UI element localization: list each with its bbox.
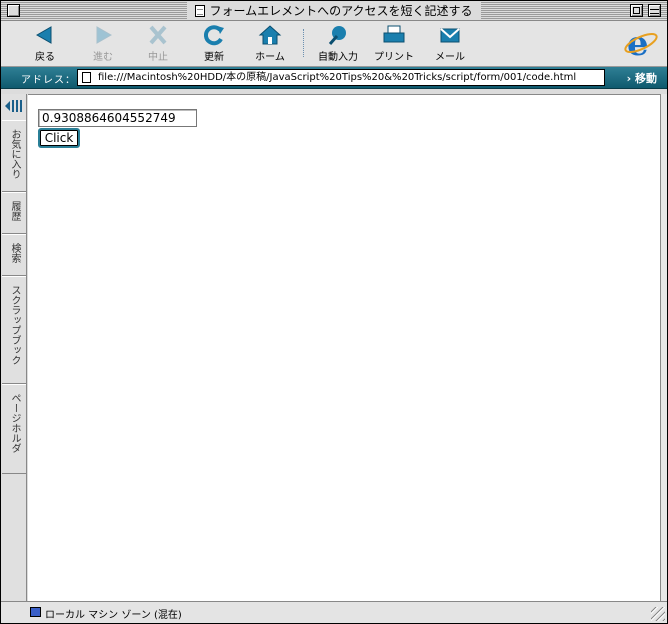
toolbar-separator	[303, 29, 304, 57]
print-button[interactable]: プリント	[368, 24, 420, 64]
sidebar-toggle-icon[interactable]	[4, 98, 24, 114]
zone-icon	[30, 607, 41, 617]
go-button[interactable]: › 移動	[627, 70, 657, 86]
sidebar-tab-scrapbook[interactable]: スクラップブック	[2, 276, 26, 384]
address-label: アドレス：	[21, 75, 76, 86]
stop-button[interactable]: 中止	[132, 24, 184, 64]
sidebar-tab-history[interactable]: 履歴	[2, 192, 26, 234]
forward-button[interactable]: 進む	[77, 24, 129, 64]
sidebar-tab-search[interactable]: 検索	[2, 234, 26, 276]
home-icon	[258, 25, 282, 45]
sidebar-tab-favorites[interactable]: お気に入り	[2, 120, 26, 192]
printer-icon	[383, 25, 405, 43]
ie-logo-icon: e	[624, 25, 658, 61]
click-button[interactable]: Click	[38, 128, 80, 148]
sidebar-tab-page-holder[interactable]: ページホルダ	[2, 384, 26, 474]
vertical-scrollbar[interactable]	[660, 94, 667, 601]
resize-grip[interactable]	[651, 607, 665, 621]
window-title: フォームエレメントへのアクセスを短く記述する	[209, 4, 473, 18]
file-icon	[82, 72, 91, 83]
zone-status: ローカル マシン ゾーン (混在)	[45, 610, 182, 621]
title-bar[interactable]: フォームエレメントへのアクセスを短く記述する	[1, 1, 667, 21]
back-arrow-icon	[35, 26, 52, 44]
mail-icon	[440, 28, 460, 43]
page-content: 0.9308864604552749 Click	[28, 94, 661, 601]
explorer-sidebar: お気に入り 履歴 検索 スクラップブック ページホルダ	[1, 94, 27, 601]
toolbar: 戻る 進む 中止 更新 ホーム 自動入力 プリント メール e	[1, 21, 667, 67]
collapse-box[interactable]	[648, 4, 661, 17]
forward-arrow-icon	[96, 26, 113, 44]
mail-button[interactable]: メール	[424, 24, 476, 64]
refresh-icon	[203, 25, 224, 46]
back-button[interactable]: 戻る	[19, 24, 71, 64]
address-field[interactable]: file:///Macintosh%20HDD/本の原稿/JavaScript%…	[77, 69, 605, 86]
autofill-icon	[328, 26, 346, 45]
random-number-field[interactable]: 0.9308864604552749	[38, 109, 197, 127]
browser-window: フォームエレメントへのアクセスを短く記述する 戻る 進む 中止 更新 ホーム 自…	[0, 0, 668, 624]
autofill-button[interactable]: 自動入力	[312, 24, 364, 64]
stop-icon	[149, 25, 167, 45]
home-button[interactable]: ホーム	[244, 24, 296, 64]
refresh-button[interactable]: 更新	[188, 24, 240, 64]
status-bar: ローカル マシン ゾーン (混在)	[1, 601, 667, 623]
address-url: file:///Macintosh%20HDD/本の原稿/JavaScript%…	[98, 72, 577, 83]
zoom-box[interactable]	[630, 4, 643, 17]
address-bar: アドレス： file:///Macintosh%20HDD/本の原稿/JavaS…	[1, 67, 667, 89]
document-icon	[195, 5, 206, 17]
